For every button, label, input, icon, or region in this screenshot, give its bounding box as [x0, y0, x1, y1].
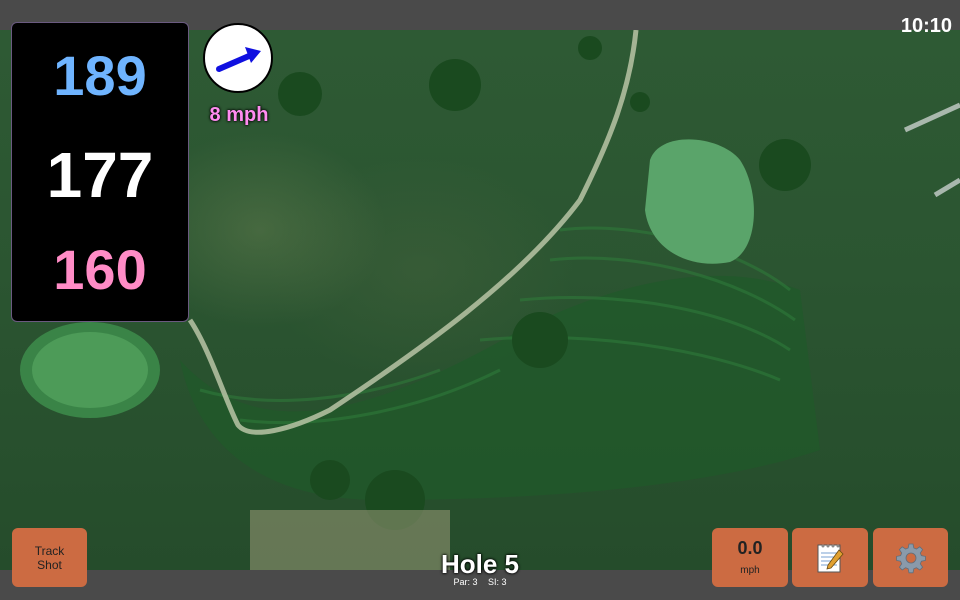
settings-button[interactable] [873, 528, 948, 587]
notepad-icon [817, 544, 844, 572]
road-markings [903, 102, 960, 198]
yardage-panel: 189 177 160 [11, 22, 189, 322]
wind-direction-arrow-icon [216, 47, 261, 72]
hole-stroke-index: SI: 3 [488, 577, 507, 587]
green-right [645, 139, 754, 264]
wind-indicator [203, 23, 273, 93]
hole-par: Par: 3 [453, 577, 478, 587]
front-yardage: 160 [53, 238, 147, 301]
speed-unit: mph [740, 565, 760, 576]
speed-button[interactable]: 0.0 mph [712, 528, 788, 587]
speed-value: 0.0 [737, 538, 763, 558]
hole-info: Par: 3 SI: 3 [380, 577, 580, 587]
hole-title: Hole 5 [440, 549, 520, 579]
gear-icon [895, 543, 926, 573]
track-shot-label-line1: Track [34, 544, 65, 558]
green-left-inner [32, 332, 148, 408]
middle-yardage: 177 [46, 139, 154, 211]
track-shot-button[interactable]: Track Shot [12, 528, 87, 587]
track-shot-label-line2: Shot [37, 558, 62, 572]
back-yardage: 189 [53, 44, 147, 107]
clock: 10:10 [900, 15, 952, 37]
wind-speed-label: 8 mph [209, 104, 269, 126]
notes-button[interactable] [792, 528, 868, 587]
fairway-area [180, 275, 820, 500]
